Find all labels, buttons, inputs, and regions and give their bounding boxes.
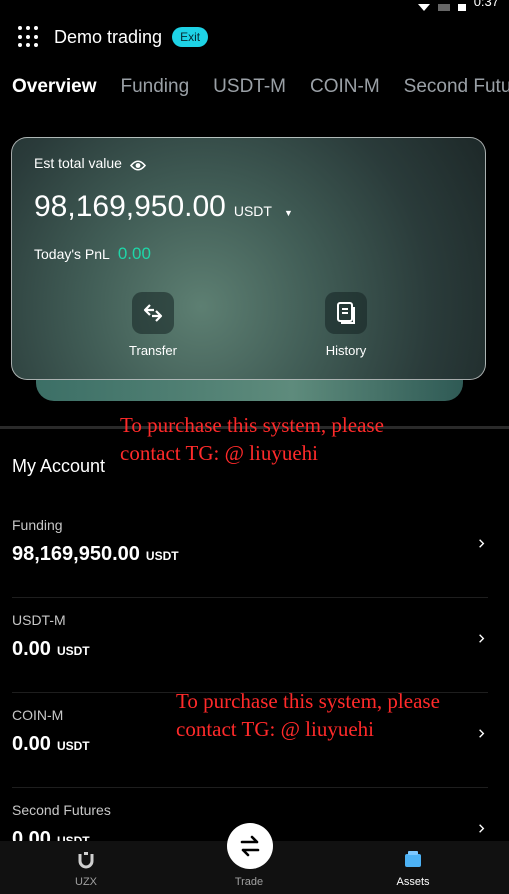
tab-second-futures[interactable]: Second Futu [404, 76, 509, 98]
transfer-label: Transfer [129, 343, 177, 358]
account-amount: 0.00 [12, 733, 51, 755]
currency-selector[interactable]: USDT [234, 203, 272, 219]
total-balance: 98,169,950.00 USDT ▼ [34, 190, 293, 224]
signal-icon [437, 0, 450, 15]
history-icon [325, 292, 367, 334]
account-item-usdt-m[interactable]: USDT-M 0.00 USDT [12, 598, 488, 693]
chevron-right-icon [479, 634, 485, 643]
tab-funding[interactable]: Funding [121, 76, 190, 98]
status-time: 0:37 [473, 0, 499, 9]
account-currency: USDT [56, 739, 90, 753]
account-currency: USDT [56, 644, 90, 658]
trade-button[interactable] [227, 823, 273, 869]
history-button[interactable]: History [306, 292, 386, 358]
total-balance-value: 98,169,950.00 [34, 190, 226, 223]
account-item-funding[interactable]: Funding 98,169,950.00 USDT [12, 503, 488, 598]
total-value-label: Est total value [34, 155, 146, 171]
wifi-icon [417, 0, 430, 15]
uzx-logo-icon [78, 852, 94, 869]
swap-icon [240, 835, 260, 857]
eye-icon[interactable] [129, 158, 146, 171]
battery-icon [457, 0, 466, 15]
status-bar: 0:37 [417, 0, 499, 11]
tab-overview[interactable]: Overview [12, 76, 97, 98]
history-label: History [325, 343, 367, 358]
todays-pnl: Today's PnL 0.00 [34, 244, 151, 264]
header: Demo trading Exit [18, 22, 491, 52]
tab-coin-m[interactable]: COIN-M [310, 76, 380, 98]
watermark-text: To purchase this system, please contact … [120, 413, 384, 465]
exit-button[interactable]: Exit [172, 27, 209, 47]
caret-down-icon[interactable]: ▼ [284, 208, 293, 218]
tab-usdt-m[interactable]: USDT-M [213, 76, 286, 98]
page-title: Demo trading [54, 26, 163, 47]
pnl-value: 0.00 [117, 244, 151, 263]
pnl-label: Today's PnL [34, 246, 110, 262]
wallet-icon [405, 851, 421, 867]
account-amount: 98,169,950.00 [12, 543, 140, 565]
apps-grid-icon[interactable] [18, 26, 40, 48]
my-account-title: My Account [12, 456, 106, 476]
chevron-right-icon [479, 539, 485, 548]
account-currency: USDT [145, 549, 179, 563]
chevron-right-icon [479, 824, 485, 833]
account-amount: 0.00 [12, 638, 51, 660]
transfer-icon [132, 292, 174, 334]
watermark-text: To purchase this system, please contact … [176, 689, 440, 741]
chevron-right-icon [479, 729, 485, 738]
account-tabs: Overview Funding USDT-M COIN-M Second Fu… [12, 76, 509, 98]
transfer-button[interactable]: Transfer [113, 292, 193, 358]
